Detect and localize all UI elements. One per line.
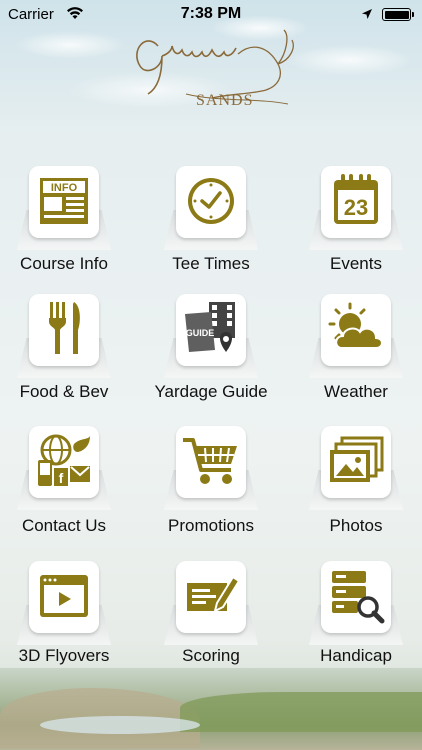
guide-map-icon: GUIDE [185, 302, 235, 352]
menu-item-tee-times[interactable]: Tee Times [141, 160, 281, 280]
menu-item-promotions[interactable]: Promotions [141, 420, 281, 540]
svg-text:23: 23 [344, 195, 368, 220]
menu-label: 3D Flyovers [18, 646, 110, 665]
menu-label: Scoring [182, 646, 240, 665]
menu-item-food-bev[interactable]: Food & Bev [0, 288, 134, 408]
shopping-cart-icon [183, 438, 237, 484]
info-newspaper-icon: INFO [40, 178, 88, 224]
menu-label: Yardage Guide [154, 382, 268, 401]
sun-cloud-icon [328, 302, 383, 349]
menu-item-3d-flyovers[interactable]: 3D Flyovers [0, 555, 134, 675]
menu-label: Handicap [320, 646, 392, 665]
menu-item-weather[interactable]: Weather [286, 288, 422, 408]
menu-label: Course Info [20, 254, 108, 273]
menu-item-course-info[interactable]: INFO Course Info [0, 160, 134, 280]
fork-knife-icon [49, 302, 80, 354]
golf-course-landscape [0, 668, 422, 750]
menu-item-events[interactable]: 23 Events [286, 160, 422, 280]
menu-grid: INFO Course Info Tee Times 23 Events Foo… [0, 0, 422, 750]
svg-text:f: f [59, 470, 64, 486]
clock-icon [188, 178, 234, 224]
menu-item-yardage-guide[interactable]: GUIDE Yardage Guide [141, 288, 281, 408]
menu-label: Weather [324, 382, 388, 401]
menu-item-contact-us[interactable]: f Contact Us [0, 420, 134, 540]
menu-label: Contact Us [21, 516, 107, 535]
video-play-icon [40, 575, 88, 617]
menu-label: Promotions [168, 516, 254, 535]
photos-icon [330, 436, 384, 482]
menu-label: Photos [329, 516, 383, 535]
scorecard-pen-icon [187, 575, 241, 613]
menu-item-photos[interactable]: Photos [286, 420, 422, 540]
calendar-icon: 23 [334, 174, 378, 224]
menu-label: Events [330, 254, 382, 273]
contact-icon: f [38, 434, 90, 486]
menu-item-scoring[interactable]: Scoring [141, 555, 281, 675]
menu-label: Food & Bev [19, 382, 109, 401]
handicap-search-icon [332, 571, 385, 624]
menu-label: Tee Times [172, 254, 250, 273]
svg-text:GUIDE: GUIDE [186, 328, 215, 338]
svg-text:INFO: INFO [51, 182, 78, 194]
menu-item-handicap[interactable]: Handicap [286, 555, 422, 675]
